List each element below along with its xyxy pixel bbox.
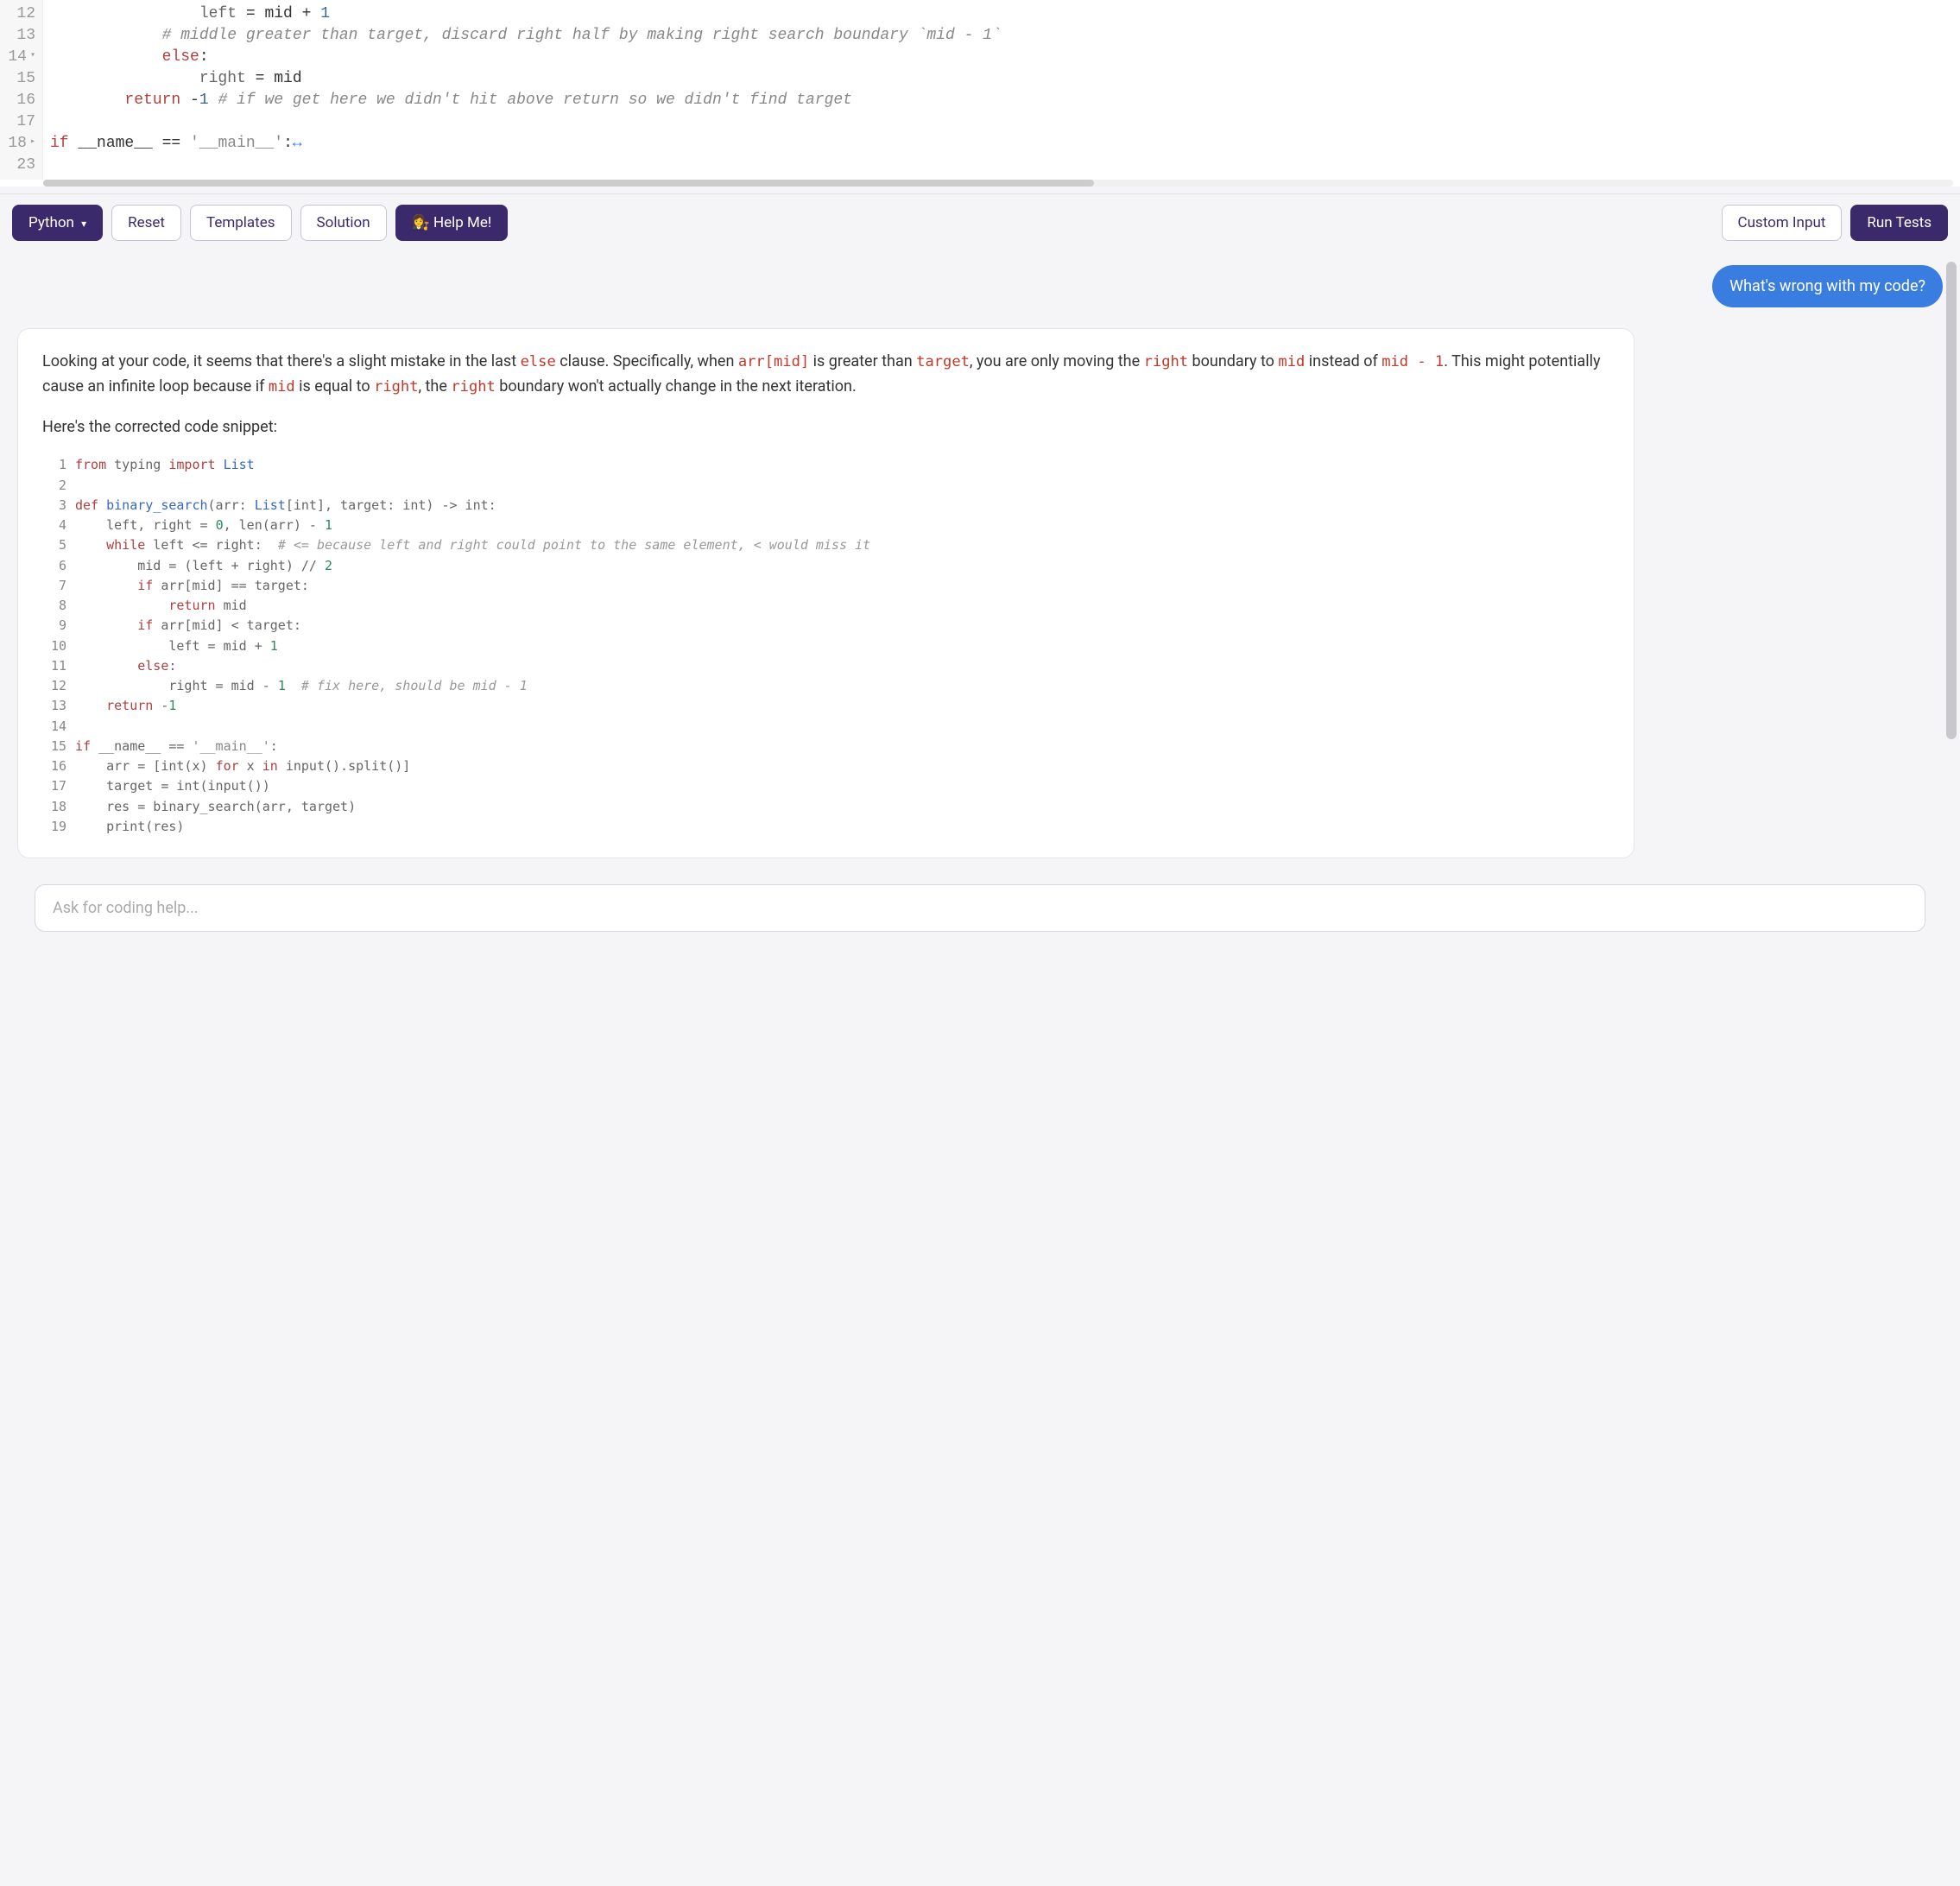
code-editor-pane: 121314▾15161718▸23 left = mid + 1 # midd… — [0, 0, 1960, 187]
code-snippet: 1from typing import List23def binary_sea… — [42, 455, 1609, 837]
templates-button[interactable]: Templates — [190, 205, 292, 241]
custom-input-button[interactable]: Custom Input — [1722, 205, 1843, 241]
chevron-down-icon: ▾ — [81, 218, 86, 230]
line-number: 16 — [3, 90, 35, 111]
code-line[interactable]: right = mid — [50, 68, 1953, 90]
line-number: 12 — [3, 3, 35, 25]
snippet-line-number: 19 — [42, 817, 66, 837]
snippet-line-number: 7 — [42, 576, 66, 596]
snippet-line: 1from typing import List — [42, 455, 1609, 475]
code-line[interactable]: if __name__ == '__main__':↔ — [50, 133, 1953, 155]
code-body[interactable]: left = mid + 1 # middle greater than tar… — [43, 0, 1960, 180]
snippet-line-number: 16 — [42, 756, 66, 776]
snippet-line: 15if __name__ == '__main__': — [42, 737, 1609, 756]
chat-input-row — [0, 876, 1960, 958]
solution-button[interactable]: Solution — [300, 205, 387, 241]
assistant-paragraph-1: Looking at your code, it seems that ther… — [42, 350, 1609, 400]
snippet-line: 14 — [42, 717, 1609, 737]
fold-toggle-icon[interactable]: ▾ — [30, 50, 35, 62]
horizontal-scrollbar[interactable] — [43, 180, 1953, 187]
toolbar: Python ▾ Reset Templates Solution 👩‍⚖️ H… — [0, 193, 1960, 251]
snippet-line: 7 if arr[mid] == target: — [42, 576, 1609, 596]
assistant-message: Looking at your code, it seems that ther… — [17, 328, 1634, 858]
fold-toggle-icon[interactable]: ▸ — [30, 136, 35, 149]
snippet-line-number: 10 — [42, 636, 66, 656]
line-number: 17 — [3, 111, 35, 133]
code-line[interactable] — [50, 111, 1953, 133]
code-line[interactable] — [50, 155, 1953, 176]
inline-code-arrmid: arr[mid] — [738, 353, 809, 370]
language-dropdown[interactable]: Python ▾ — [12, 205, 103, 241]
user-message: What's wrong with my code? — [1712, 265, 1943, 307]
inline-code-right: right — [1144, 353, 1188, 370]
run-tests-button[interactable]: Run Tests — [1850, 205, 1948, 241]
chat-area: What's wrong with my code? Looking at yo… — [0, 251, 1960, 876]
snippet-line-number: 8 — [42, 596, 66, 616]
snippet-line: 4 left, right = 0, len(arr) - 1 — [42, 516, 1609, 535]
snippet-line: 5 while left <= right: # <= because left… — [42, 535, 1609, 555]
line-number: 23 — [3, 155, 35, 176]
snippet-line: 9 if arr[mid] < target: — [42, 616, 1609, 636]
snippet-line: 19 print(res) — [42, 817, 1609, 837]
snippet-line-number: 14 — [42, 717, 66, 737]
code-line[interactable]: # middle greater than target, discard ri… — [50, 25, 1953, 47]
vertical-scroll-thumb[interactable] — [1946, 262, 1957, 739]
snippet-line: 3def binary_search(arr: List[int], targe… — [42, 496, 1609, 516]
snippet-line-number: 12 — [42, 676, 66, 696]
help-emoji-icon: 👩‍⚖️ — [412, 214, 430, 231]
snippet-line-number: 13 — [42, 696, 66, 716]
line-number: 13 — [3, 25, 35, 47]
inline-code-target: target — [916, 353, 970, 370]
snippet-line-number: 18 — [42, 797, 66, 817]
inline-code-else: else — [521, 353, 556, 370]
line-number: 15 — [3, 68, 35, 90]
snippet-line-number: 2 — [42, 476, 66, 496]
help-me-button[interactable]: 👩‍⚖️ Help Me! — [395, 205, 509, 241]
vertical-scrollbar[interactable] — [1946, 262, 1957, 858]
snippet-line: 17 target = int(input()) — [42, 776, 1609, 796]
horizontal-scroll-thumb[interactable] — [43, 180, 1094, 187]
snippet-line: 6 mid = (left + right) // 2 — [42, 556, 1609, 576]
snippet-line: 18 res = binary_search(arr, target) — [42, 797, 1609, 817]
snippet-line: 16 arr = [int(x) for x in input().split(… — [42, 756, 1609, 776]
snippet-line-number: 1 — [42, 455, 66, 475]
code-editor[interactable]: 121314▾15161718▸23 left = mid + 1 # midd… — [0, 0, 1960, 180]
snippet-line-number: 17 — [42, 776, 66, 796]
reset-button[interactable]: Reset — [111, 205, 181, 241]
snippet-line: 2 — [42, 476, 1609, 496]
inline-code-right3: right — [451, 378, 495, 396]
assistant-paragraph-2: Here's the corrected code snippet: — [42, 415, 1609, 440]
code-line[interactable]: return -1 # if we get here we didn't hit… — [50, 90, 1953, 111]
inline-code-mid1: mid - 1 — [1381, 353, 1444, 370]
line-gutter: 121314▾15161718▸23 — [0, 0, 43, 180]
help-label: Help Me! — [433, 214, 491, 231]
line-number: 18▸ — [3, 133, 35, 155]
code-line[interactable]: left = mid + 1 — [50, 3, 1953, 25]
snippet-line-number: 6 — [42, 556, 66, 576]
language-label: Python — [28, 214, 74, 231]
snippet-line-number: 5 — [42, 535, 66, 555]
snippet-line-number: 9 — [42, 616, 66, 636]
snippet-line: 12 right = mid - 1 # fix here, should be… — [42, 676, 1609, 696]
snippet-line-number: 4 — [42, 516, 66, 535]
snippet-line: 13 return -1 — [42, 696, 1609, 716]
snippet-line-number: 3 — [42, 496, 66, 516]
snippet-line-number: 11 — [42, 656, 66, 676]
snippet-line-number: 15 — [42, 737, 66, 756]
inline-code-right2: right — [374, 378, 418, 396]
snippet-line: 10 left = mid + 1 — [42, 636, 1609, 656]
line-number: 14▾ — [3, 47, 35, 68]
snippet-line: 11 else: — [42, 656, 1609, 676]
code-line[interactable]: else: — [50, 47, 1953, 68]
inline-code-mid2: mid — [269, 378, 295, 396]
chat-input[interactable] — [35, 884, 1925, 932]
snippet-line: 8 return mid — [42, 596, 1609, 616]
inline-code-mid: mid — [1278, 353, 1305, 370]
